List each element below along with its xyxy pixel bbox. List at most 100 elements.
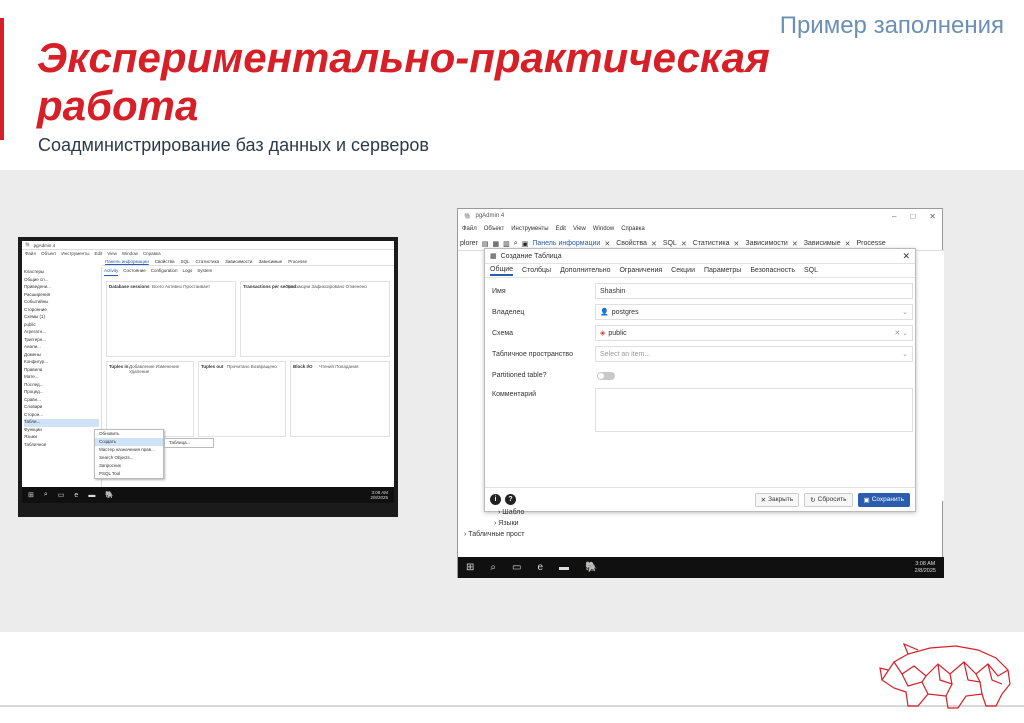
subtab-activity[interactable]: Activity bbox=[104, 268, 119, 276]
name-field[interactable]: Shashin bbox=[595, 283, 913, 299]
tree-item[interactable]: › Шабло bbox=[460, 507, 525, 518]
tree-item[interactable]: Кластеры bbox=[24, 269, 99, 277]
tree-item[interactable]: Правила bbox=[24, 367, 99, 375]
small-tab-dependents[interactable]: Зависимые bbox=[258, 259, 282, 264]
menu-window[interactable]: Window bbox=[593, 226, 614, 232]
tab-sql[interactable]: SQL bbox=[663, 240, 677, 247]
close-tab-icon[interactable]: ✕ bbox=[733, 240, 739, 248]
tree-item[interactable]: Агрегатн... bbox=[24, 329, 99, 337]
owner-select[interactable]: 👤 postgres ⌄ bbox=[595, 304, 913, 320]
tree-item[interactable]: Домены bbox=[24, 352, 99, 360]
tree-item[interactable]: Конфигур... bbox=[24, 359, 99, 367]
tab-security[interactable]: Безопасность bbox=[750, 267, 795, 274]
chevron-down-icon[interactable]: ⌄ bbox=[902, 308, 908, 316]
search-icon[interactable]: ⌕ bbox=[490, 562, 496, 573]
tab-properties[interactable]: Свойства bbox=[616, 240, 647, 247]
context-menu-search-objects[interactable]: Search Objects... bbox=[95, 454, 163, 462]
tree-item[interactable]: Общие сп... bbox=[24, 277, 99, 285]
tree-item[interactable]: Событийны bbox=[24, 299, 99, 307]
schema-select[interactable]: ◈ public ✕ ⌄ bbox=[595, 325, 913, 341]
tab-partitions[interactable]: Секции bbox=[671, 267, 695, 274]
menu-help[interactable]: Справка bbox=[621, 226, 645, 232]
tree-item[interactable]: › Языки bbox=[460, 518, 525, 529]
minimize-icon[interactable]: – bbox=[892, 212, 896, 221]
task-view-icon[interactable]: ▭ bbox=[58, 491, 65, 499]
menu-edit[interactable]: Edit bbox=[556, 226, 566, 232]
database-icon[interactable]: ▤ bbox=[482, 240, 489, 248]
comment-textarea[interactable] bbox=[595, 388, 913, 432]
small-tab-dashboard[interactable]: Панель информации bbox=[105, 259, 149, 264]
tab-general[interactable]: Общие bbox=[490, 266, 514, 276]
menu-object[interactable]: Объект bbox=[484, 226, 504, 232]
tab-dependencies[interactable]: Зависимости bbox=[745, 240, 787, 247]
close-icon[interactable]: ✕ bbox=[929, 212, 936, 221]
small-tab-sql[interactable]: SQL bbox=[180, 259, 189, 264]
tree-item[interactable]: Схемы (1) bbox=[24, 314, 99, 322]
tab-dependents[interactable]: Зависимые bbox=[804, 240, 841, 247]
tree-item[interactable]: Анали... bbox=[24, 344, 99, 352]
menu-file[interactable]: Файл bbox=[462, 226, 477, 232]
tab-advanced[interactable]: Дополнительно bbox=[560, 267, 610, 274]
tab-constraints[interactable]: Ограничения bbox=[619, 267, 662, 274]
small-tab-dependencies[interactable]: Зависимости bbox=[225, 259, 252, 264]
folder-icon[interactable]: ▬ bbox=[559, 562, 569, 573]
small-menu-edit[interactable]: Edit bbox=[94, 251, 102, 256]
grid-icon[interactable]: ▦ bbox=[493, 240, 500, 248]
info-icon[interactable]: i bbox=[490, 494, 501, 505]
context-menu-query-tool[interactable]: Запросник bbox=[95, 462, 163, 470]
close-tab-icon[interactable]: ✕ bbox=[681, 240, 687, 248]
partitioned-toggle[interactable] bbox=[597, 372, 615, 380]
edge-icon[interactable]: e bbox=[74, 492, 78, 499]
small-tab-statistics[interactable]: Статистика bbox=[196, 259, 220, 264]
edge-icon[interactable]: e bbox=[537, 562, 543, 573]
close-button[interactable]: ✕ Закрыть bbox=[754, 492, 800, 507]
table-icon[interactable]: ▥ bbox=[503, 240, 510, 248]
tree-item[interactable]: Сторон... bbox=[24, 412, 99, 420]
tab-columns[interactable]: Столбцы bbox=[522, 267, 551, 274]
small-menu-file[interactable]: Файл bbox=[25, 251, 36, 256]
windows-start-icon[interactable]: ⊞ bbox=[466, 562, 474, 573]
tree-item[interactable]: Функции bbox=[24, 427, 99, 435]
context-menu-refresh[interactable]: Обновить bbox=[95, 430, 163, 438]
tree-item[interactable]: Триггерн... bbox=[24, 337, 99, 345]
tab-sql[interactable]: SQL bbox=[804, 267, 818, 274]
tree-item[interactable]: Процед... bbox=[24, 389, 99, 397]
tree-item[interactable]: Приведени... bbox=[24, 284, 99, 292]
tree-item[interactable]: Расширения bbox=[24, 292, 99, 300]
close-tab-icon[interactable]: ✕ bbox=[845, 240, 851, 248]
tablespace-select[interactable]: Select an item... ⌄ bbox=[595, 346, 913, 362]
search-icon[interactable]: ⌕ bbox=[514, 240, 518, 248]
menu-view[interactable]: View bbox=[573, 226, 586, 232]
menu-tools[interactable]: Инструменты bbox=[511, 226, 548, 232]
clear-icon[interactable]: ✕ ⌄ bbox=[894, 329, 908, 337]
small-menu-tools[interactable]: Инструменты bbox=[61, 251, 89, 256]
terminal-icon[interactable]: ▣ bbox=[522, 240, 529, 248]
tree-item[interactable]: Табличное bbox=[24, 442, 99, 450]
maximize-icon[interactable]: □ bbox=[910, 212, 915, 221]
pgadmin-taskbar-icon[interactable]: 🐘 bbox=[105, 491, 114, 499]
close-icon[interactable]: ✕ bbox=[902, 251, 910, 262]
tree-item[interactable]: Послед... bbox=[24, 382, 99, 390]
chevron-down-icon[interactable]: ⌄ bbox=[902, 350, 908, 358]
tab-processes[interactable]: Processe bbox=[856, 240, 885, 247]
context-menu-create[interactable]: Создать bbox=[95, 438, 163, 446]
small-tab-properties[interactable]: Свойства bbox=[155, 259, 175, 264]
tree-item[interactable]: › Табличные прост bbox=[460, 529, 525, 540]
pgadmin-taskbar-icon[interactable]: 🐘 bbox=[585, 562, 597, 573]
tab-dashboard[interactable]: Панель информации bbox=[532, 240, 600, 247]
close-tab-icon[interactable]: ✕ bbox=[604, 240, 610, 248]
tree-item-selected[interactable]: Табли... bbox=[24, 419, 99, 427]
submenu-table[interactable]: Таблица... bbox=[164, 438, 214, 448]
tree-item[interactable]: Сторонние bbox=[24, 307, 99, 315]
tree-item[interactable]: Сравн... bbox=[24, 397, 99, 405]
small-tab-processes[interactable]: Processe bbox=[288, 259, 307, 264]
folder-icon[interactable]: ▬ bbox=[88, 492, 95, 499]
search-icon[interactable]: ⌕ bbox=[44, 491, 48, 499]
subtab-system[interactable]: System bbox=[197, 268, 212, 276]
subtab-logs[interactable]: Logs bbox=[183, 268, 193, 276]
small-menu-object[interactable]: Объект bbox=[41, 251, 56, 256]
tree-item[interactable]: public bbox=[24, 322, 99, 330]
windows-start-icon[interactable]: ⊞ bbox=[28, 491, 34, 499]
small-menu-help[interactable]: Справка bbox=[143, 251, 161, 256]
reset-button[interactable]: ↻ Сбросить bbox=[804, 492, 853, 507]
